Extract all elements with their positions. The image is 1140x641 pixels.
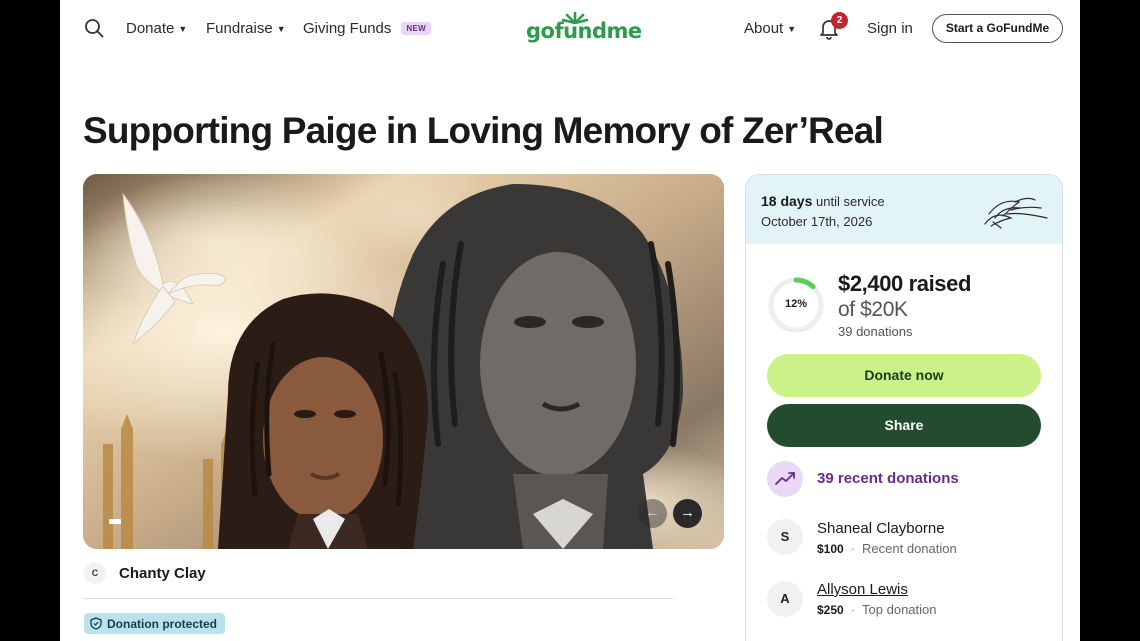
nav-fundraise[interactable]: Fundraise ▼ (206, 20, 286, 37)
top-nav: Donate ▼ Fundraise ▼ Giving Funds NEW go… (60, 0, 1080, 58)
progress-percent: 12% (784, 298, 808, 310)
nav-giving-funds-label: Giving Funds (303, 20, 392, 37)
donor-type: Top donation (862, 602, 937, 617)
donation-protected-label: Donation protected (107, 616, 217, 631)
service-banner: 18 days until service October 17th, 2026 (746, 175, 1062, 244)
shield-icon (90, 617, 102, 630)
donor-name: Shaneal Clayborne (817, 520, 945, 537)
donation-card: 18 days until service October 17th, 2026 (745, 174, 1063, 641)
chevron-down-icon: ▼ (276, 23, 286, 34)
search-icon[interactable] (84, 18, 104, 38)
sign-in-link[interactable]: Sign in (867, 20, 913, 37)
goal-amount: of $20K (838, 298, 908, 321)
days-count: 18 days (761, 193, 813, 209)
donor-avatar: S (767, 519, 803, 555)
donor-name-link[interactable]: Allyson Lewis (817, 581, 908, 598)
carousel-next-button[interactable]: → (673, 499, 702, 528)
nav-donate-label: Donate (126, 20, 175, 37)
divider (83, 598, 673, 599)
recent-donations-link[interactable]: 39 recent donations (817, 470, 959, 487)
trending-up-icon (775, 472, 795, 485)
start-gofundme-button[interactable]: Start a GoFundMe (932, 14, 1063, 43)
campaign-photo-artwork (83, 174, 724, 549)
days-until-service: 18 days until service (761, 193, 885, 209)
donor-amount: $100 (817, 542, 844, 556)
donate-now-button[interactable]: Donate now (767, 354, 1041, 397)
donation-protected-badge[interactable]: Donation protected (84, 613, 225, 634)
recent-donations-badge (767, 461, 803, 497)
organizer-name[interactable]: Chanty Clay (119, 565, 206, 582)
page: Donate ▼ Fundraise ▼ Giving Funds NEW go… (60, 0, 1080, 641)
nav-about[interactable]: About ▼ (744, 20, 796, 37)
nav-donate[interactable]: Donate ▼ (126, 20, 187, 37)
chevron-down-icon: ▼ (178, 23, 188, 34)
days-suffix: until service (816, 194, 885, 209)
donor-type: Recent donation (862, 541, 957, 556)
campaign-photo[interactable]: ← → (83, 174, 724, 549)
new-badge: NEW (401, 22, 431, 35)
carousel-indicator (109, 519, 121, 524)
nav-fundraise-label: Fundraise (206, 20, 273, 37)
donor-meta: $250 · Top donation (817, 602, 937, 617)
nav-about-label: About (744, 20, 784, 37)
donor-avatar: A (767, 581, 803, 617)
nav-giving-funds[interactable]: Giving Funds NEW (303, 20, 431, 37)
notification-count-badge: 2 (831, 12, 848, 29)
chevron-down-icon: ▼ (787, 23, 797, 34)
organizer-avatar: C (84, 562, 106, 584)
gofundme-logo[interactable]: gofundme (526, 10, 642, 46)
logo-text: gofundme (526, 19, 642, 43)
carousel-prev-button[interactable]: ← (638, 499, 667, 528)
donation-count: 39 donations (838, 324, 913, 339)
page-title: Supporting Paige in Loving Memory of Zer… (83, 110, 884, 151)
lily-flower-icon (984, 197, 1048, 229)
share-button[interactable]: Share (767, 404, 1041, 447)
amount-raised: $2,400 raised (838, 271, 972, 296)
donor-amount: $250 (817, 603, 844, 617)
service-date: October 17th, 2026 (761, 214, 873, 229)
donor-meta: $100 · Recent donation (817, 541, 957, 556)
